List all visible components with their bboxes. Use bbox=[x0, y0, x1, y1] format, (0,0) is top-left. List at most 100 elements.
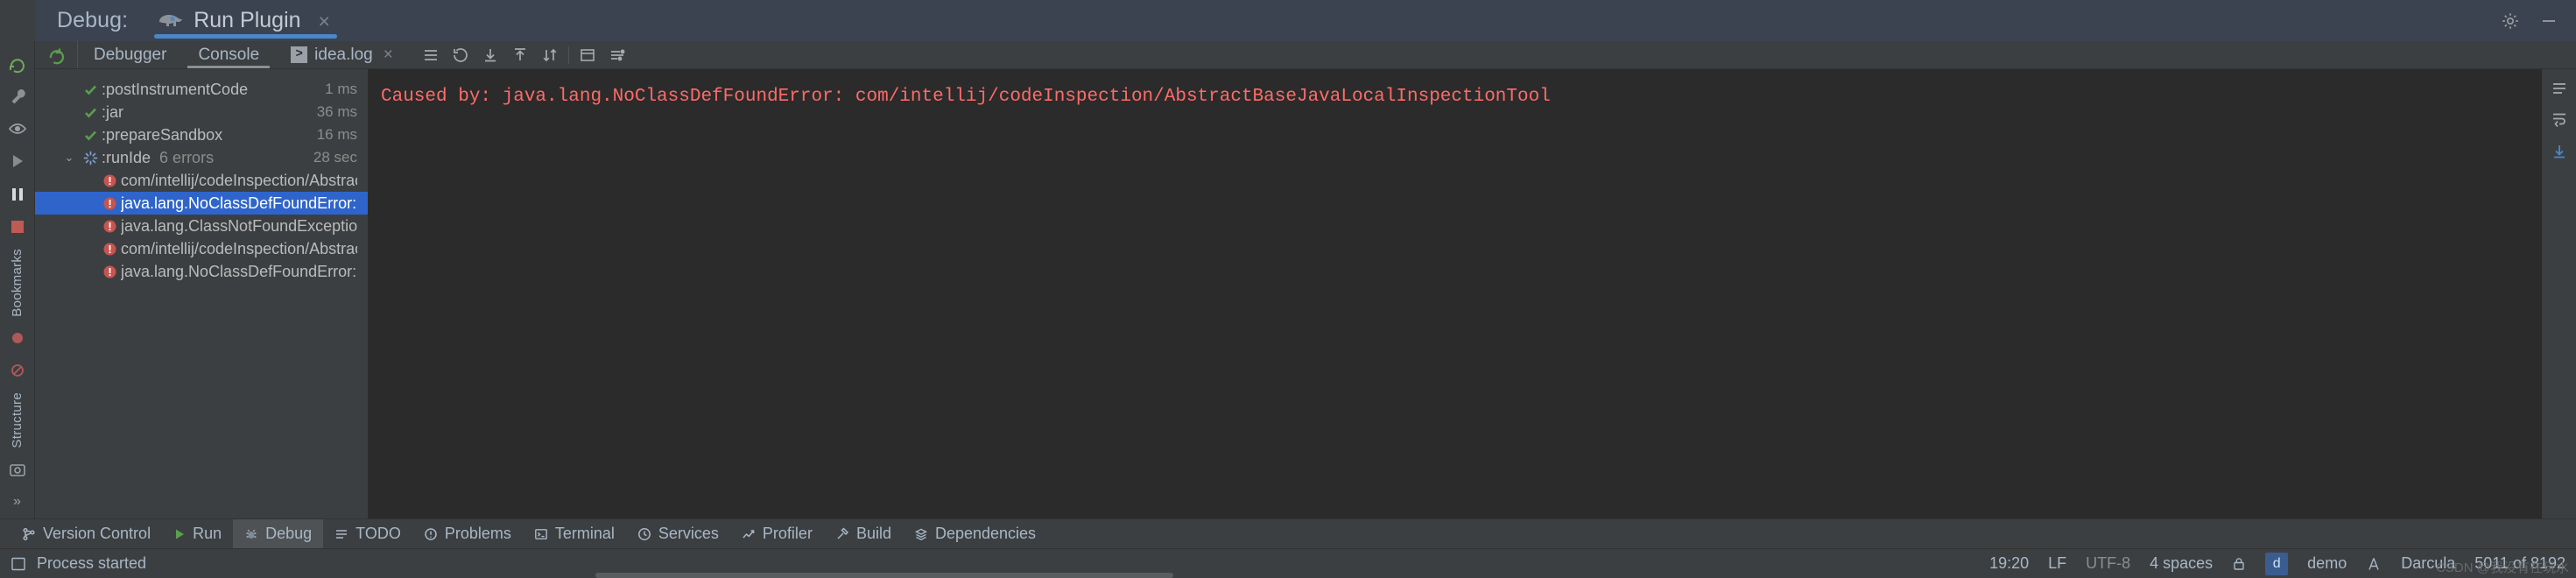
horizontal-scrollbar[interactable] bbox=[595, 573, 1173, 578]
subtab-toolbar bbox=[409, 41, 632, 68]
problems-icon bbox=[424, 527, 438, 541]
table-row[interactable]: com/intellij/codeInspection/AbstractBase… bbox=[35, 237, 368, 260]
debug-label: Debug: bbox=[57, 8, 129, 32]
task-duration: 16 ms bbox=[316, 126, 357, 143]
topbar-actions bbox=[2501, 11, 2576, 31]
pause-icon[interactable] bbox=[0, 178, 35, 210]
tab-label: Terminal bbox=[554, 525, 615, 542]
upload-icon[interactable] bbox=[505, 41, 535, 69]
project-name[interactable]: demo bbox=[2307, 554, 2347, 573]
status-left: Process started bbox=[11, 554, 146, 573]
gradle-elephant-icon bbox=[158, 11, 184, 31]
debug-content: Debugger Console > idea.log ×:postInstr… bbox=[35, 41, 2576, 518]
gear-icon[interactable] bbox=[2501, 11, 2520, 31]
line-separator[interactable]: LF bbox=[2048, 554, 2066, 573]
todo-list-icon bbox=[334, 527, 348, 541]
theme-icon[interactable] bbox=[2366, 556, 2382, 572]
chevron-down-icon[interactable]: ⌄ bbox=[60, 151, 79, 165]
tab-build[interactable]: Build bbox=[824, 519, 903, 549]
tab-services[interactable]: Services bbox=[626, 519, 730, 549]
tab-dependencies[interactable]: Dependencies bbox=[903, 519, 1047, 549]
tab-debug[interactable]: Debug bbox=[233, 518, 324, 549]
task-name: :jar bbox=[102, 102, 124, 121]
table-row[interactable]: :prepareSandbox 16 ms bbox=[35, 123, 368, 146]
breakpoint-off-icon[interactable] bbox=[0, 355, 35, 387]
build-wrench-icon[interactable] bbox=[0, 80, 35, 112]
stop-icon[interactable] bbox=[0, 210, 35, 243]
tab-idea-log-label: idea.log bbox=[314, 45, 373, 64]
error-message: com/intellij/codeInspection/AbstractBase… bbox=[121, 239, 357, 257]
tab-console-label: Console bbox=[198, 45, 260, 64]
indent-setting[interactable]: 4 spaces bbox=[2150, 554, 2213, 573]
table-row[interactable]: java.lang.ClassNotFoundException: com.in… bbox=[35, 215, 368, 237]
error-icon bbox=[98, 242, 121, 257]
status-bar: Process started 19:20 LF UTF-8 4 spaces … bbox=[0, 548, 2576, 578]
tab-label: Problems bbox=[444, 525, 511, 542]
services-icon bbox=[637, 527, 651, 541]
table-row[interactable]: :postInstrumentCode 1 ms bbox=[35, 78, 368, 101]
tab-label: Dependencies bbox=[934, 525, 1037, 542]
error-message: java.lang.NoClassDefFoundError: com/inte… bbox=[121, 262, 357, 280]
tab-console[interactable]: Console bbox=[182, 41, 275, 68]
close-icon[interactable]: × bbox=[384, 46, 393, 65]
debug-body: Bookmarks Structure » Debugger Console >… bbox=[0, 41, 2576, 518]
status-message: Process started bbox=[37, 554, 147, 572]
settings-rail-icon[interactable] bbox=[2551, 80, 2568, 97]
task-name: :postInstrumentCode bbox=[102, 80, 249, 98]
task-duration: 28 sec bbox=[313, 149, 357, 166]
rerun-failed-icon[interactable] bbox=[446, 41, 475, 69]
tab-label: Debug bbox=[265, 525, 313, 542]
encoding[interactable]: UTF-8 bbox=[2086, 554, 2130, 573]
console-output[interactable]: Caused by: java.lang.NoClassDefFoundErro… bbox=[369, 69, 2576, 518]
ide-debug-window: Debug: Run Plugin × Bookmarks Structure … bbox=[0, 0, 2576, 578]
dependencies-icon bbox=[914, 527, 928, 541]
rerun-icon[interactable] bbox=[35, 41, 78, 68]
camera-icon[interactable] bbox=[0, 453, 35, 485]
error-icon bbox=[98, 219, 121, 234]
table-row[interactable]: :jar 36 ms bbox=[35, 101, 368, 123]
tab-todo[interactable]: TODO bbox=[323, 519, 412, 549]
tab-idea-log[interactable]: > idea.log × bbox=[275, 41, 409, 68]
scroll-to-end-icon[interactable] bbox=[2551, 143, 2568, 160]
table-row[interactable]: java.lang.NoClassDefFoundError: com/inte… bbox=[35, 260, 368, 283]
wrap-text-icon[interactable] bbox=[2551, 111, 2568, 129]
more-icon[interactable]: » bbox=[0, 486, 35, 518]
tab-debugger[interactable]: Debugger bbox=[78, 41, 182, 68]
expand-collapse-icon[interactable] bbox=[416, 41, 446, 69]
debug-tool-strip: Bookmarks Structure » bbox=[0, 41, 35, 518]
table-row[interactable]: java.lang.NoClassDefFoundError: com/inte… bbox=[35, 192, 368, 215]
mute-breakpoints-icon[interactable] bbox=[0, 321, 35, 354]
tab-version-control[interactable]: Version Control bbox=[11, 519, 162, 549]
table-row[interactable]: ⌄ :runIde 6 errors 28 sec bbox=[35, 146, 368, 169]
tab-title: Run Plugin bbox=[194, 8, 301, 32]
task-name: :runIde bbox=[102, 148, 151, 166]
console-side-rail bbox=[2541, 69, 2576, 518]
gradle-icon[interactable] bbox=[0, 47, 35, 80]
close-icon[interactable]: × bbox=[319, 11, 330, 32]
sidebar-item-structure[interactable]: Structure bbox=[10, 387, 25, 454]
tab-label: Profiler bbox=[762, 525, 813, 542]
table-row[interactable]: com/intellij/codeInspection/AbstractBase… bbox=[35, 169, 368, 192]
watch-eye-icon[interactable] bbox=[0, 113, 35, 145]
step-over-icon[interactable] bbox=[0, 145, 35, 178]
error-message: com/intellij/codeInspection/AbstractBase… bbox=[121, 171, 357, 189]
tab-run-plugin[interactable]: Run Plugin × bbox=[149, 0, 342, 41]
lock-icon[interactable] bbox=[2232, 556, 2246, 572]
terminal-square-icon[interactable] bbox=[11, 556, 26, 572]
tab-run[interactable]: Run bbox=[162, 519, 233, 549]
project-badge[interactable]: d bbox=[2265, 552, 2289, 575]
download-icon[interactable] bbox=[475, 41, 505, 69]
tab-profiler[interactable]: Profiler bbox=[730, 519, 824, 549]
terminal-icon bbox=[534, 527, 548, 541]
layout-icon[interactable] bbox=[573, 41, 602, 69]
tab-problems[interactable]: Problems bbox=[412, 519, 523, 549]
build-task-tree[interactable]: :postInstrumentCode 1 ms :jar 36 ms:pre… bbox=[35, 69, 369, 518]
check-icon bbox=[79, 128, 102, 143]
minimize-icon[interactable] bbox=[2539, 11, 2558, 31]
error-message: java.lang.ClassNotFoundException: com.in… bbox=[121, 216, 357, 235]
sidebar-item-bookmarks[interactable]: Bookmarks bbox=[10, 243, 25, 322]
settings-list-icon[interactable] bbox=[602, 41, 632, 69]
clock-time: 19:20 bbox=[1989, 554, 2030, 572]
tab-terminal[interactable]: Terminal bbox=[523, 519, 626, 549]
sort-icon[interactable] bbox=[535, 41, 565, 69]
